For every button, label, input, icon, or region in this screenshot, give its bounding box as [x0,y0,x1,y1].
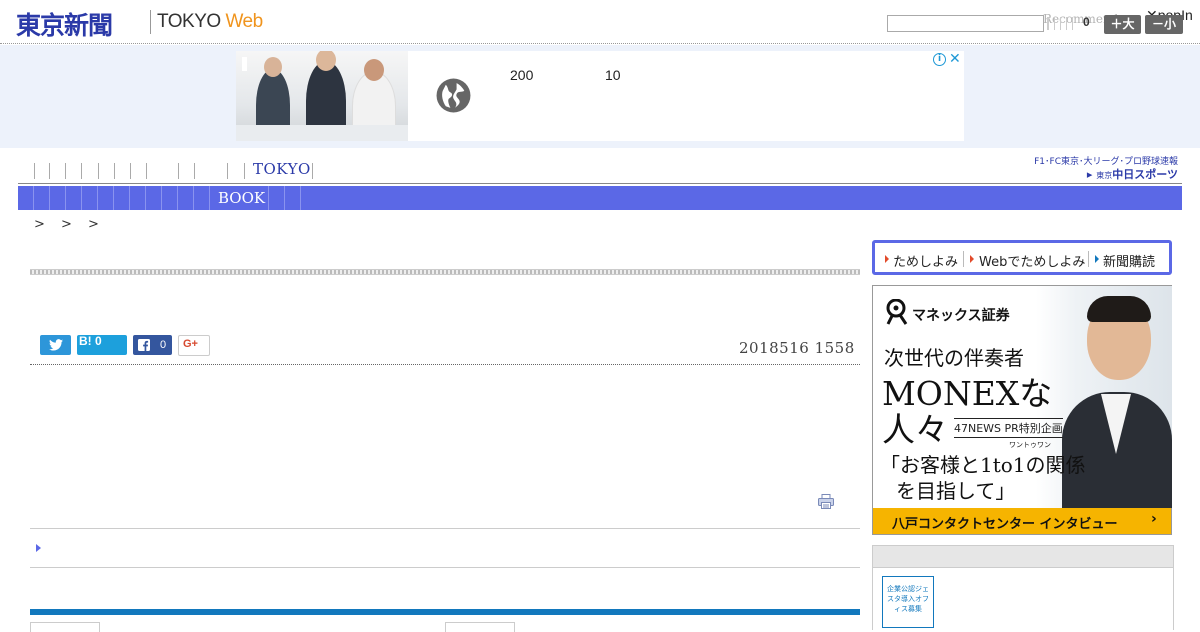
nav-item-6[interactable] [114,163,115,179]
site-logo-english[interactable]: TOKYO Web [157,11,263,33]
ad-text-number-1: 200 [510,67,534,83]
google-plus-label: G+ [183,338,198,350]
nav-item-8[interactable] [146,163,147,179]
ad-photo-business-people[interactable] [236,51,408,141]
section-nav-item-5[interactable] [97,186,98,210]
logo-web-text: Web [225,11,263,32]
related-link-arrow-icon[interactable] [36,544,41,552]
monex-pr-label: 47NEWS PR特別企画 [954,418,1063,438]
subscription-divider [963,251,964,267]
section-nav-item-13[interactable] [268,186,269,210]
nav-item-5[interactable] [98,163,99,179]
nav-item-2[interactable] [49,163,50,179]
logo-divider [150,10,151,34]
monex-ad-person-hair [1087,296,1151,322]
section-nav-item-6[interactable] [113,186,114,210]
nav-item-1[interactable] [34,163,35,179]
section-nav-item-book[interactable]: BOOK [218,189,265,207]
section-nav-item-8[interactable] [145,186,146,210]
text-size-count: 0 [1083,15,1090,29]
facebook-share-count: 0 [160,339,167,351]
site-logo-japanese[interactable]: 東京新聞 [16,6,113,42]
nav-item-12[interactable] [244,163,245,179]
monex-headline-3: 人々 [882,410,948,449]
category-nav [18,160,1182,184]
nav-item-3[interactable] [65,163,66,179]
monex-footer-text: 八戸コンタクトセンター インタビュー [892,517,1118,532]
text-size-meter [1047,17,1081,30]
logo-tokyo-text: TOKYO [157,11,226,32]
section-nav-item-15[interactable] [300,186,301,210]
text-size-small-button[interactable]: －小 [1145,15,1183,34]
chevron-right-icon: › [1151,511,1157,527]
arrow-icon [1095,255,1099,263]
chunichi-main-text: 中日スポーツ [1112,168,1178,181]
section-nav-item-4[interactable] [81,186,82,210]
nav-item-10[interactable] [194,163,195,179]
section-nav-bar [18,186,1182,210]
tab-left[interactable] [30,622,100,632]
nav-item-4[interactable] [81,163,82,179]
globe-icon [436,78,471,113]
ad-text-number-2: 10 [605,67,621,83]
twitter-share-button[interactable] [40,335,71,355]
chunichi-sports-logo[interactable]: ▸ 東京中日スポーツ [1050,166,1178,181]
print-icon[interactable] [818,494,834,509]
hatena-bookmark-count: B! 0 [79,334,102,348]
facebook-share-button[interactable] [133,335,172,355]
section-heading-bar [30,609,860,615]
section-nav-item-7[interactable] [129,186,130,210]
nav-item-11[interactable] [227,163,228,179]
monex-quote-1: 「お客様と1to1の関係 [880,453,1086,477]
search-input[interactable] [887,15,1044,32]
section-nav-item-14[interactable] [284,186,285,210]
section-nav-item-10[interactable] [177,186,178,210]
web-trial-read-link[interactable]: Webでためしよみ [979,251,1085,270]
article-date: 2018516 1558 [739,339,855,357]
section-divider [30,528,860,529]
section-nav-item-1[interactable] [33,186,34,210]
nav-item-13[interactable] [312,163,313,179]
nav-item-9[interactable] [178,163,179,179]
section-nav-item-9[interactable] [161,186,162,210]
ad-info-icon[interactable]: i [933,53,946,66]
section-nav-item-11[interactable] [193,186,194,210]
section-nav-item-2[interactable] [49,186,50,210]
nav-item-7[interactable] [130,163,131,179]
text-size-large-button[interactable]: ＋大 [1104,15,1141,34]
office-recruit-badge-text: 企業公認ジェスタ導入オフィス募集 [887,585,929,613]
monex-logo-icon [886,299,908,325]
sidebar-box-header [872,545,1174,568]
breadcrumb[interactable]: > > > [34,217,105,232]
section-nav-item-3[interactable] [65,186,66,210]
twitter-icon [49,339,63,351]
ad-close-icon[interactable]: ✕ [949,51,961,67]
article-title-divider [30,269,860,275]
article-date-divider [30,364,860,365]
chunichi-small-text: 東京 [1096,171,1113,180]
arrow-icon [970,255,974,263]
subscribe-link[interactable]: 新聞購読 [1103,251,1155,270]
nav-item-tokyo[interactable]: TOKYO [253,160,311,178]
subscription-divider [1088,251,1089,267]
monex-quote-2: を目指して」 [896,479,1016,503]
tab-right[interactable] [445,622,515,632]
trial-read-link[interactable]: ためしよみ [893,251,958,270]
section-divider [30,567,860,568]
arrow-icon [885,255,889,263]
section-nav-item-12[interactable] [209,186,210,210]
facebook-icon [138,339,150,351]
subscription-bar: ためしよみ Webでためしよみ 新聞購読 [872,240,1172,275]
monex-logo-text: マネックス証券 [912,308,1010,324]
